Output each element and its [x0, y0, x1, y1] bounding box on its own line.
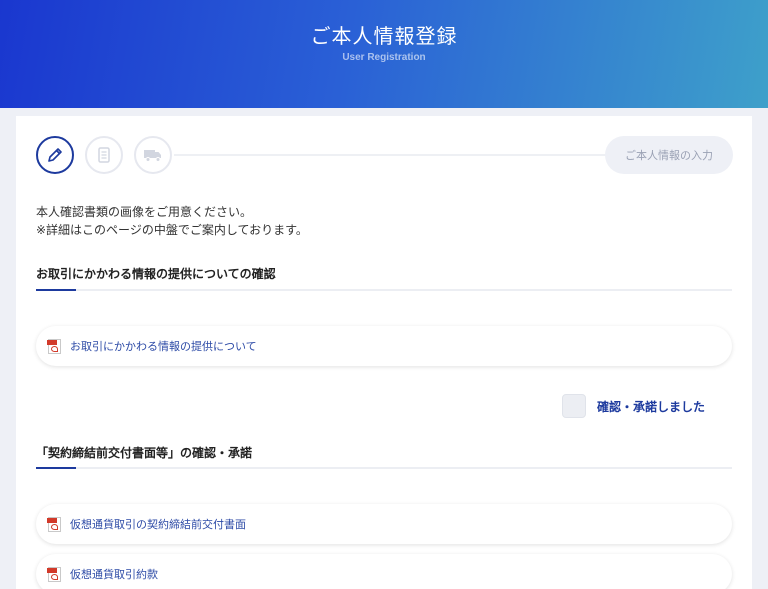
section-title-pre-contract: 「契約締結前交付書面等」の確認・承諾	[36, 446, 253, 460]
section-divider	[36, 289, 732, 291]
intro-line-1: 本人確認書類の画像をご用意ください。	[36, 205, 253, 219]
pdf-icon	[47, 338, 61, 354]
pdf-icon	[47, 566, 61, 582]
pencil-icon	[48, 148, 62, 162]
pdf-icon	[47, 516, 61, 532]
section-divider-accent	[36, 467, 76, 469]
page-title: ご本人情報登録	[310, 24, 458, 48]
step-input	[36, 136, 74, 174]
doc-link-pre-contract-document[interactable]: 仮想通貨取引の契約締結前交付書面	[36, 504, 732, 544]
section-title-info-provision: お取引にかかわる情報の提供についての確認	[36, 267, 276, 281]
section-divider	[36, 467, 732, 469]
step-delivery	[134, 136, 172, 174]
current-step-label: ご本人情報の入力	[605, 136, 733, 174]
doc-link-terms[interactable]: 仮想通貨取引約款	[36, 554, 732, 589]
document-icon	[98, 147, 110, 163]
truck-icon	[144, 150, 161, 162]
page-subtitle: User Registration	[342, 52, 426, 63]
progress-line	[174, 154, 606, 156]
section-divider-accent	[36, 289, 76, 291]
intro-line-2: ※詳細はこのページの中盤でご案内しております。	[36, 223, 308, 237]
confirm-checkbox[interactable]	[562, 394, 586, 418]
confirm-agreement[interactable]: 確認・承諾しました	[562, 394, 705, 418]
doc-link-label: 仮想通貨取引の契約締結前交付書面	[70, 518, 246, 531]
doc-link-info-provision[interactable]: お取引にかかわる情報の提供について	[36, 326, 732, 366]
page-header: ご本人情報登録 User Registration	[0, 0, 768, 108]
doc-link-label: お取引にかかわる情報の提供について	[70, 340, 257, 353]
step-confirm	[85, 136, 123, 174]
doc-link-label: 仮想通貨取引約款	[70, 568, 158, 581]
confirm-checkbox-label[interactable]: 確認・承諾しました	[597, 398, 705, 415]
